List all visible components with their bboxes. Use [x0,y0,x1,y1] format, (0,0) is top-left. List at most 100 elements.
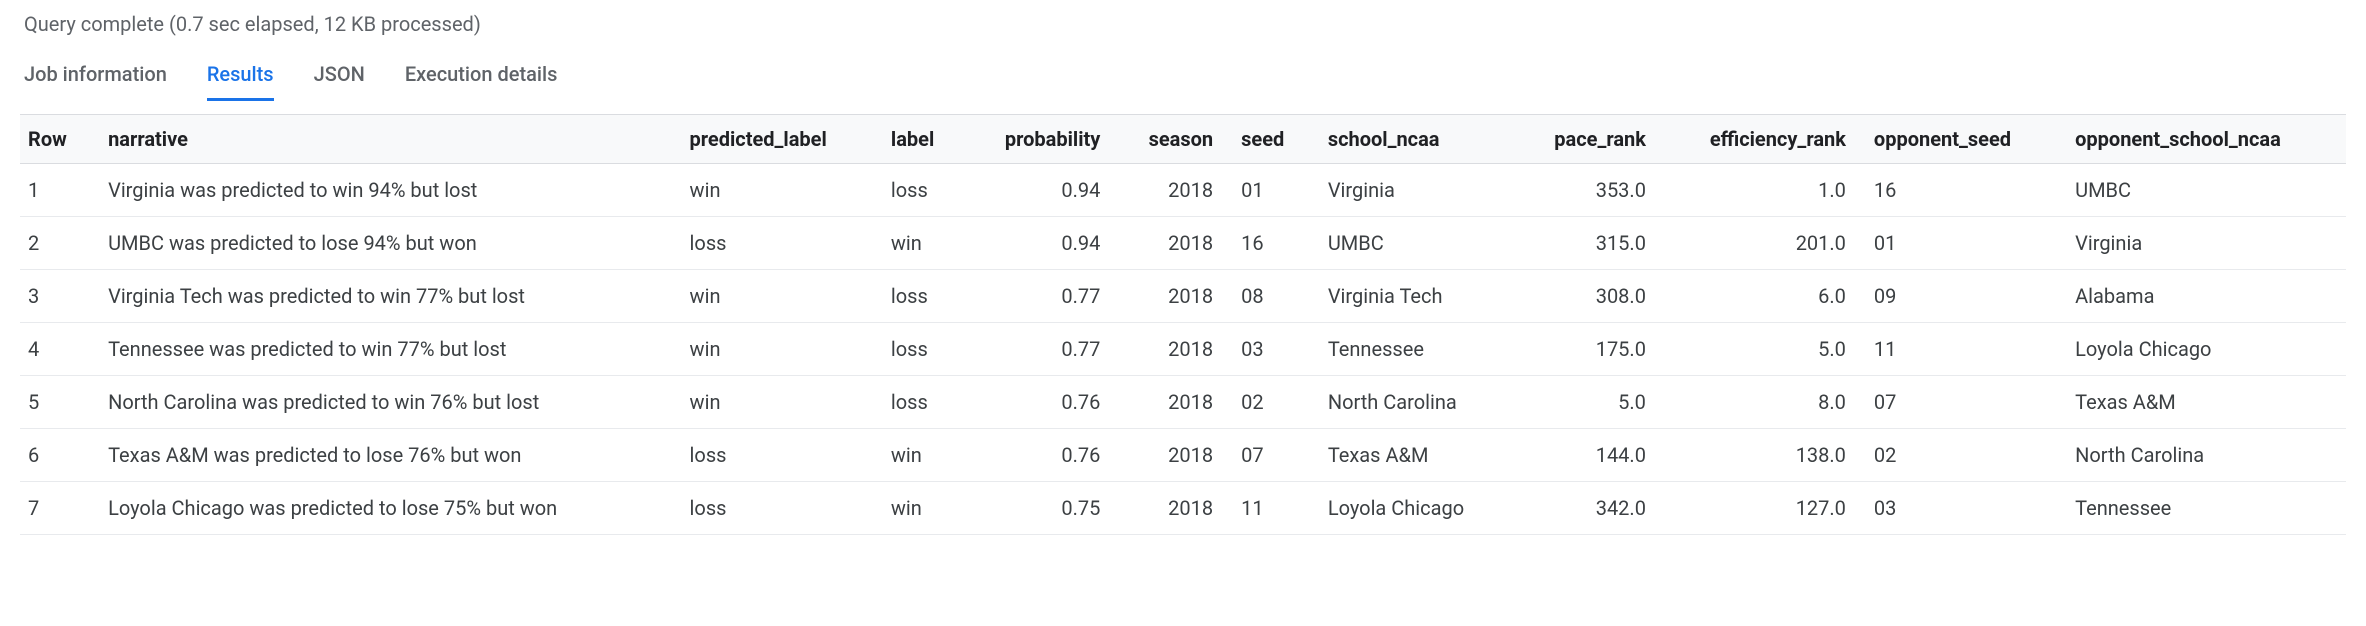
cell-probability: 0.94 [964,217,1114,270]
cell-efficiency_rank: 6.0 [1660,270,1860,323]
cell-row: 6 [20,429,94,482]
cell-efficiency_rank: 201.0 [1660,217,1860,270]
cell-predicted_label: win [676,323,877,376]
table-row: 3Virginia Tech was predicted to win 77% … [20,270,2346,323]
cell-narrative: Texas A&M was predicted to lose 76% but … [94,429,675,482]
cell-efficiency_rank: 1.0 [1660,164,1860,217]
cell-efficiency_rank: 127.0 [1660,482,1860,535]
column-header-efficiency_rank: efficiency_rank [1660,115,1860,164]
column-header-opponent_school_ncaa: opponent_school_ncaa [2061,115,2346,164]
cell-season: 2018 [1114,323,1227,376]
cell-probability: 0.76 [964,429,1114,482]
cell-opponent_school_ncaa: UMBC [2061,164,2346,217]
cell-opponent_seed: 02 [1860,429,2061,482]
column-header-seed: seed [1227,115,1314,164]
cell-school_ncaa: Tennessee [1314,323,1514,376]
cell-label: loss [877,164,964,217]
cell-opponent_seed: 07 [1860,376,2061,429]
query-status: Query complete (0.7 sec elapsed, 12 KB p… [20,12,2346,36]
cell-label: win [877,482,964,535]
table-row: 4Tennessee was predicted to win 77% but … [20,323,2346,376]
cell-predicted_label: win [676,270,877,323]
cell-opponent_seed: 01 [1860,217,2061,270]
cell-season: 2018 [1114,429,1227,482]
results-table: Rownarrativepredicted_labellabelprobabil… [20,114,2346,535]
cell-pace_rank: 144.0 [1514,429,1660,482]
cell-opponent_school_ncaa: Texas A&M [2061,376,2346,429]
cell-probability: 0.94 [964,164,1114,217]
cell-season: 2018 [1114,164,1227,217]
cell-school_ncaa: Virginia Tech [1314,270,1514,323]
cell-school_ncaa: Texas A&M [1314,429,1514,482]
cell-row: 4 [20,323,94,376]
cell-seed: 02 [1227,376,1314,429]
cell-opponent_school_ncaa: North Carolina [2061,429,2346,482]
cell-opponent_seed: 09 [1860,270,2061,323]
cell-probability: 0.76 [964,376,1114,429]
cell-probability: 0.77 [964,270,1114,323]
cell-row: 1 [20,164,94,217]
cell-season: 2018 [1114,217,1227,270]
table-row: 1Virginia was predicted to win 94% but l… [20,164,2346,217]
cell-narrative: UMBC was predicted to lose 94% but won [94,217,675,270]
cell-efficiency_rank: 138.0 [1660,429,1860,482]
cell-seed: 03 [1227,323,1314,376]
cell-predicted_label: win [676,164,877,217]
table-row: 7Loyola Chicago was predicted to lose 75… [20,482,2346,535]
cell-opponent_school_ncaa: Tennessee [2061,482,2346,535]
cell-row: 5 [20,376,94,429]
cell-school_ncaa: UMBC [1314,217,1514,270]
cell-school_ncaa: Virginia [1314,164,1514,217]
cell-row: 3 [20,270,94,323]
cell-seed: 07 [1227,429,1314,482]
cell-season: 2018 [1114,270,1227,323]
cell-pace_rank: 175.0 [1514,323,1660,376]
cell-predicted_label: loss [676,217,877,270]
cell-seed: 01 [1227,164,1314,217]
column-header-predicted_label: predicted_label [676,115,877,164]
cell-predicted_label: win [676,376,877,429]
table-row: 2UMBC was predicted to lose 94% but wonl… [20,217,2346,270]
cell-school_ncaa: Loyola Chicago [1314,482,1514,535]
cell-label: loss [877,376,964,429]
cell-season: 2018 [1114,376,1227,429]
cell-pace_rank: 5.0 [1514,376,1660,429]
column-header-narrative: narrative [94,115,675,164]
cell-predicted_label: loss [676,429,877,482]
cell-pace_rank: 315.0 [1514,217,1660,270]
cell-seed: 11 [1227,482,1314,535]
table-row: 6Texas A&M was predicted to lose 76% but… [20,429,2346,482]
table-row: 5North Carolina was predicted to win 76%… [20,376,2346,429]
cell-narrative: Loyola Chicago was predicted to lose 75%… [94,482,675,535]
column-header-label: label [877,115,964,164]
cell-pace_rank: 308.0 [1514,270,1660,323]
cell-label: win [877,429,964,482]
cell-label: win [877,217,964,270]
tab-job-information[interactable]: Job information [24,56,167,101]
column-header-school_ncaa: school_ncaa [1314,115,1514,164]
cell-probability: 0.75 [964,482,1114,535]
cell-row: 2 [20,217,94,270]
cell-probability: 0.77 [964,323,1114,376]
cell-row: 7 [20,482,94,535]
cell-seed: 16 [1227,217,1314,270]
cell-opponent_school_ncaa: Virginia [2061,217,2346,270]
cell-opponent_seed: 03 [1860,482,2061,535]
table-body: 1Virginia was predicted to win 94% but l… [20,164,2346,535]
cell-label: loss [877,270,964,323]
cell-efficiency_rank: 5.0 [1660,323,1860,376]
cell-label: loss [877,323,964,376]
tab-execution-details[interactable]: Execution details [405,56,558,101]
column-header-pace_rank: pace_rank [1514,115,1660,164]
cell-narrative: North Carolina was predicted to win 76% … [94,376,675,429]
cell-predicted_label: loss [676,482,877,535]
tab-results[interactable]: Results [207,56,274,101]
results-tabs: Job information Results JSON Execution deta… [20,56,2346,102]
column-header-row: Row [20,115,94,164]
tab-json[interactable]: JSON [314,56,365,101]
cell-seed: 08 [1227,270,1314,323]
cell-season: 2018 [1114,482,1227,535]
column-header-probability: probability [964,115,1114,164]
cell-efficiency_rank: 8.0 [1660,376,1860,429]
column-header-season: season [1114,115,1227,164]
